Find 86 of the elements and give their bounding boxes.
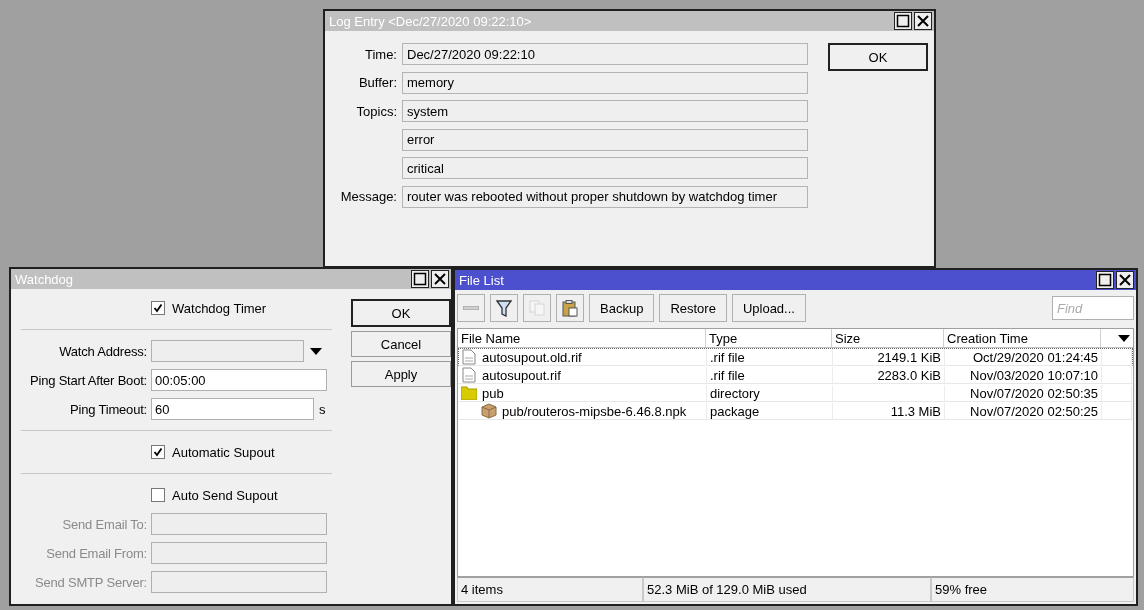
read-only-field[interactable]: critical [402, 157, 808, 179]
window-title: Log Entry <Dec/27/2020 09:22:10> [329, 13, 532, 29]
checkbox-option[interactable]: Automatic Supout [21, 444, 275, 460]
status-bar-cell: 59% free [931, 577, 1134, 602]
column-header[interactable]: Size [832, 329, 944, 347]
toolbar-button[interactable] [490, 294, 518, 322]
table-cell: .rif file [707, 367, 833, 383]
read-only-field[interactable]: memory [402, 71, 808, 94]
clipboard-icon [562, 299, 578, 317]
read-only-field[interactable]: system [402, 100, 808, 122]
status-bar-cell: 4 items [457, 577, 643, 602]
field-label: Send SMTP Server: [34, 574, 147, 590]
checkbox-label: Watchdog Timer [172, 300, 267, 316]
field-label: Ping Start After Boot: [29, 372, 147, 388]
checkbox-label: Automatic Supout [172, 444, 275, 460]
dialog-button[interactable]: Apply [351, 361, 451, 387]
table-cell: Nov/03/2020 10:07:10 [945, 367, 1102, 383]
input-field[interactable]: 00:05:00 [151, 369, 327, 391]
field-label: Buffer: [357, 75, 397, 90]
table-cell: 2283.0 KiB [833, 367, 945, 383]
filter-icon [496, 299, 512, 317]
file-name: autosupout.rif [482, 367, 561, 383]
folder-icon [461, 386, 477, 400]
toolbar-button[interactable]: Backup [589, 294, 655, 322]
find-field[interactable]: Find [1052, 296, 1134, 320]
unit-label: s [319, 401, 326, 417]
file-name: pub [482, 385, 504, 401]
table-cell: package [707, 403, 833, 419]
toolbar-button[interactable]: Upload... [731, 294, 806, 322]
checkbox-option[interactable]: Watchdog Timer [21, 300, 267, 316]
checkbox[interactable] [151, 488, 165, 502]
table-cell: Nov/07/2020 02:50:35 [945, 385, 1102, 401]
maximize-button[interactable] [894, 12, 912, 30]
checkbox[interactable] [151, 301, 165, 315]
toolbar-button[interactable]: Restore [659, 294, 727, 322]
maximize-button[interactable] [1096, 271, 1114, 289]
column-header[interactable]: File Name [458, 329, 706, 347]
combo-field[interactable] [151, 340, 304, 362]
field-label: Send Email To: [61, 516, 147, 532]
dialog-button[interactable]: OK [351, 299, 451, 327]
field-label: Message: [339, 189, 397, 204]
dialog-button[interactable]: OK [828, 43, 928, 71]
dialog-button[interactable]: Cancel [351, 331, 451, 357]
checkbox[interactable] [151, 445, 165, 459]
input-field[interactable] [151, 513, 327, 535]
table-cell: Nov/07/2020 02:50:25 [945, 403, 1102, 419]
window-title: Watchdog [15, 271, 74, 287]
checkbox-label: Auto Send Supout [172, 487, 278, 503]
maximize-button[interactable] [411, 270, 429, 288]
read-only-field[interactable]: error [402, 128, 808, 151]
file-row[interactable]: autosupout.rif .rif file 2283.0 KiB Nov/03/2020 10:07:10 [458, 366, 1133, 384]
read-only-field[interactable]: Dec/27/2020 09:22:10 [402, 43, 808, 65]
status-bar-cell: 52.3 MiB of 129.0 MiB used [643, 577, 931, 602]
field-label: Topics: [355, 103, 397, 119]
file-row[interactable]: autosupout.old.rif .rif file 2149.1 KiB Oct/29/2020 01:24:45 [458, 348, 1133, 366]
field-label: Send Email From: [45, 545, 147, 561]
table-cell: .rif file [707, 349, 833, 365]
package-icon [481, 403, 497, 419]
close-button[interactable] [431, 270, 449, 288]
file-icon [461, 367, 477, 383]
dropdown-arrow-icon[interactable] [310, 347, 322, 355]
toolbar-button[interactable] [556, 294, 584, 322]
window-title: File List [459, 272, 504, 288]
minus-icon [463, 306, 479, 310]
field-label: Watch Address: [58, 343, 147, 359]
close-button[interactable] [1116, 271, 1134, 289]
file-row[interactable]: pub/routeros-mipsbe-6.46.8.npk package 11.3 MiB Nov/07/2020 02:50:25 [458, 402, 1133, 420]
copy-icon [529, 300, 545, 316]
file-name: autosupout.old.rif [482, 349, 582, 365]
table-cell: directory [707, 385, 833, 401]
checkbox-option[interactable]: Auto Send Supout [21, 487, 278, 503]
table-cell: 2149.1 KiB [833, 349, 945, 365]
field-label: Time: [363, 46, 397, 62]
column-header[interactable]: Type [706, 329, 832, 347]
dropdown-arrow-icon[interactable] [1118, 334, 1130, 342]
input-field[interactable] [151, 571, 327, 593]
field-label: Ping Timeout: [69, 401, 147, 417]
column-header[interactable]: Creation Time [944, 329, 1101, 347]
input-field[interactable] [151, 542, 327, 564]
input-field[interactable]: 60 [151, 398, 314, 420]
table-cell: Oct/29/2020 01:24:45 [945, 349, 1102, 365]
table-cell: 11.3 MiB [833, 403, 945, 419]
close-button[interactable] [914, 12, 932, 30]
file-name: pub/routeros-mipsbe-6.46.8.npk [502, 403, 687, 419]
file-row[interactable]: pub directory Nov/07/2020 02:50:35 [458, 384, 1133, 402]
read-only-field[interactable]: router was rebooted without proper shutdown by watchdog timer [402, 185, 808, 208]
